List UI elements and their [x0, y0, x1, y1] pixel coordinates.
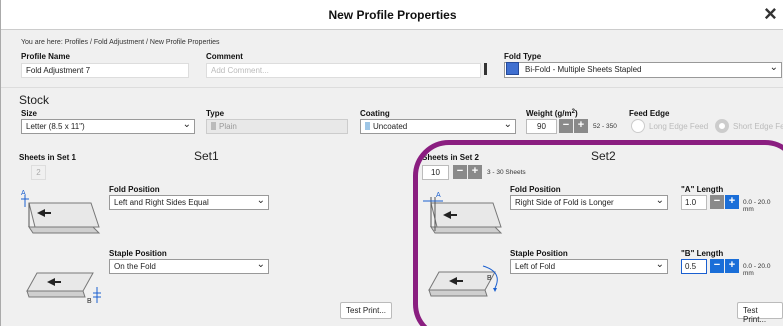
fold-type-select[interactable]: Bi-Fold - Multiple Sheets Stapled ⌄ [504, 62, 782, 78]
chevron-down-icon: ⌄ [256, 195, 265, 206]
profile-name-label: Profile Name [21, 52, 70, 61]
fold-diagram-icon: A [21, 190, 101, 234]
bifold-icon [506, 62, 519, 75]
svg-text:B: B [87, 298, 92, 305]
coating-label: Coating [360, 109, 390, 118]
chevron-down-icon: ⌄ [503, 119, 512, 130]
weight-range: 52 - 350 [593, 123, 617, 130]
section-divider [1, 87, 783, 88]
close-icon[interactable]: × [764, 3, 782, 25]
feed-edge-label: Feed Edge [629, 109, 670, 118]
set2-highlight-ring [413, 140, 783, 326]
coating-value: Uncoated [373, 122, 408, 131]
text-caret [484, 63, 487, 75]
weight-decrement-button[interactable]: − [559, 119, 573, 133]
fold-type-value: Bi-Fold - Multiple Sheets Stapled [525, 65, 642, 74]
set1-staple-position-select[interactable]: On the Fold ⌄ [109, 259, 269, 274]
stock-heading: Stock [19, 93, 50, 107]
fold-type-label: Fold Type [504, 52, 542, 61]
comment-input[interactable]: Add Comment... [206, 63, 481, 78]
coating-swatch [365, 122, 370, 130]
set1-fold-position-value: Left and Right Sides Equal [114, 198, 209, 207]
staple-diagram-icon: B [26, 272, 101, 305]
type-select: Plain [206, 119, 348, 134]
set1-staple-position-label: Staple Position [109, 249, 167, 258]
breadcrumb: You are here: Profiles / Fold Adjustment… [21, 39, 220, 46]
dialog-window: New Profile Properties × You are here: P… [0, 0, 783, 326]
coating-select[interactable]: Uncoated ⌄ [360, 119, 516, 134]
size-value: Letter (8.5 x 11") [26, 122, 85, 131]
type-swatch [211, 122, 216, 130]
size-label: Size [21, 109, 38, 118]
set1-test-print-button[interactable]: Test Print... [340, 302, 393, 319]
sheets-set1-input: 2 [31, 165, 46, 180]
weight-label: Weight (g/m2) [526, 109, 578, 118]
type-value: Plain [219, 122, 237, 131]
profile-name-input[interactable]: Fold Adjustment 7 [21, 63, 189, 78]
weight-increment-button[interactable]: + [574, 119, 588, 133]
weight-input[interactable]: 90 [526, 119, 557, 134]
chevron-down-icon: ⌄ [769, 62, 778, 73]
comment-label: Comment [206, 52, 243, 61]
dialog-title: New Profile Properties [328, 8, 457, 22]
short-edge-label: Short Edge Fe [733, 122, 783, 131]
title-bar: New Profile Properties × [1, 0, 783, 30]
set1-heading: Set1 [194, 149, 219, 163]
set1-staple-position-value: On the Fold [114, 262, 156, 271]
chevron-down-icon: ⌄ [182, 119, 191, 130]
svg-text:A: A [21, 190, 26, 197]
chevron-down-icon: ⌄ [256, 259, 265, 270]
long-edge-radio[interactable] [631, 119, 645, 133]
type-label: Type [206, 109, 225, 118]
set1-fold-position-label: Fold Position [109, 185, 160, 194]
set1-fold-position-select[interactable]: Left and Right Sides Equal ⌄ [109, 195, 269, 210]
short-edge-radio[interactable] [715, 119, 729, 133]
sheets-set1-label: Sheets in Set 1 [19, 153, 76, 162]
size-select[interactable]: Letter (8.5 x 11") ⌄ [21, 119, 195, 134]
long-edge-label: Long Edge Feed [649, 122, 709, 131]
